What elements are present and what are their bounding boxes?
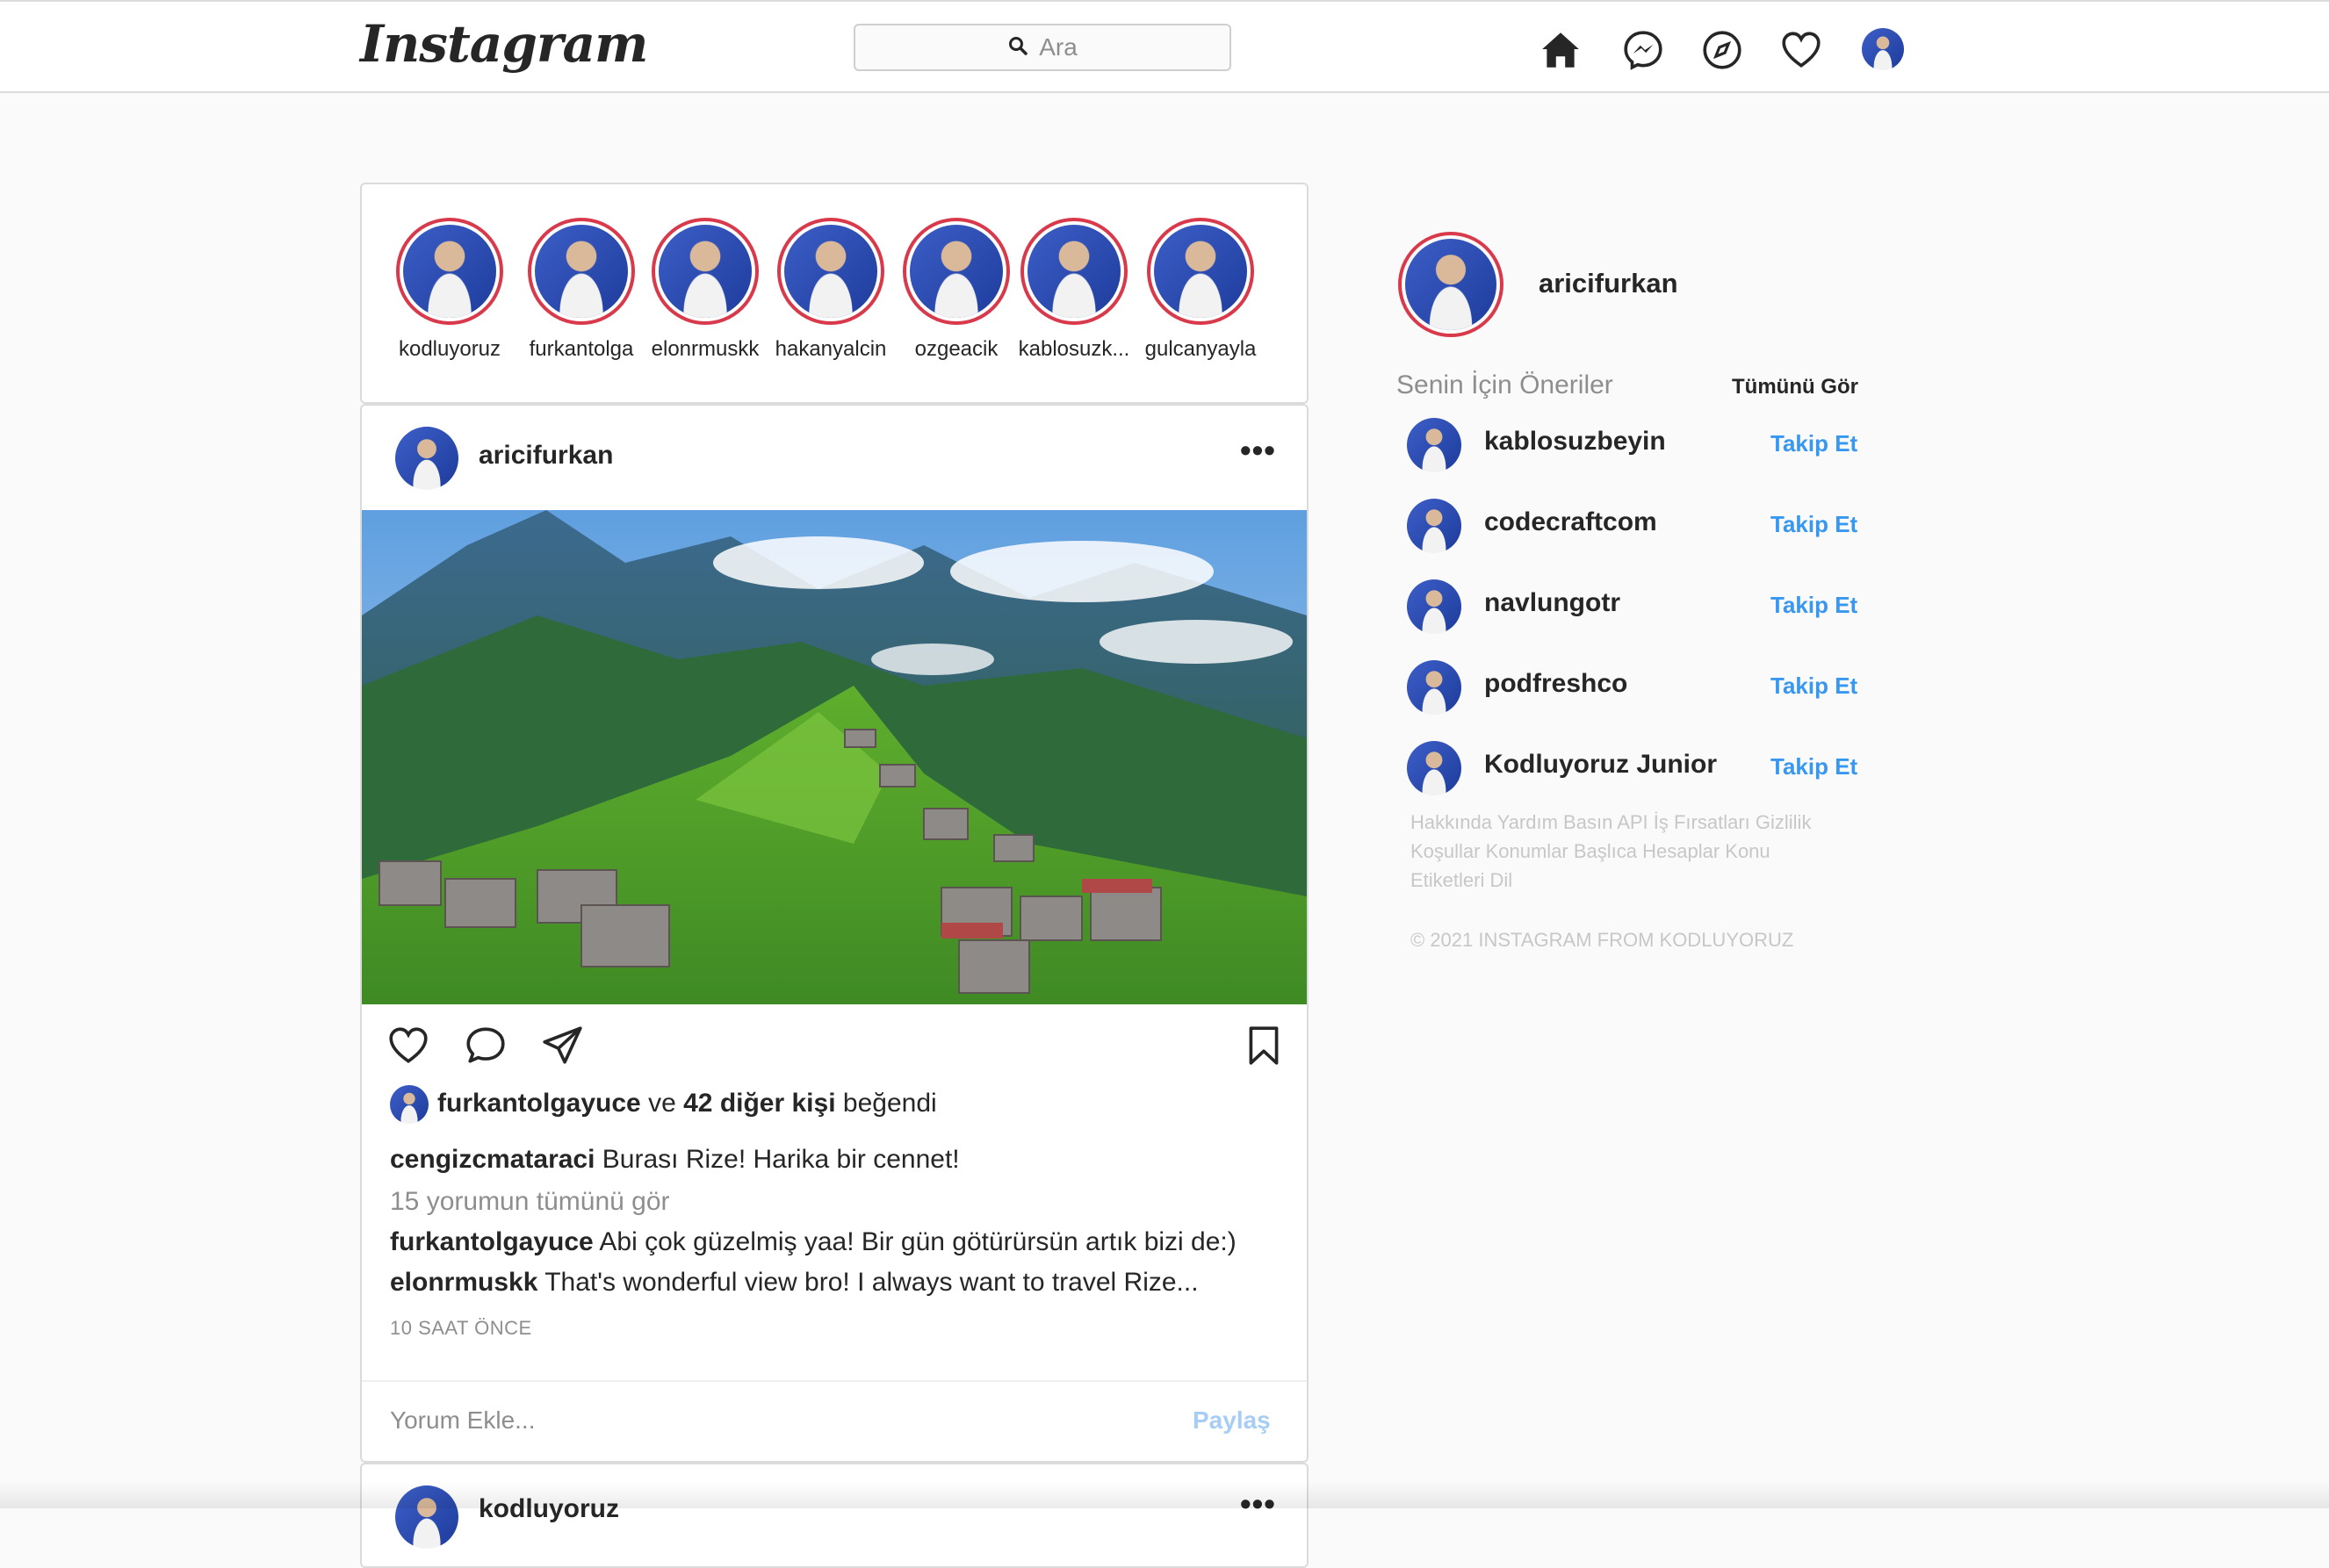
home-icon[interactable] [1539, 28, 1583, 72]
more-options-icon[interactable]: ••• [1240, 432, 1276, 469]
share-icon[interactable] [541, 1024, 585, 1068]
story-item[interactable]: ozgeacik [895, 218, 1018, 362]
post-caption: cengizcmataraci Burası Rize! Harika bir … [390, 1145, 960, 1175]
messenger-icon[interactable] [1621, 28, 1665, 72]
likes-summary: furkantolgayuce ve 42 diğer kişi beğendi [437, 1089, 937, 1118]
comment-item: elonrmuskk That's wonderful view bro! I … [390, 1268, 1199, 1298]
comment-icon[interactable] [464, 1024, 508, 1068]
post-image[interactable] [362, 510, 1307, 1004]
suggestion-row: kablosuzbeyin Takip Et [1407, 418, 1864, 472]
follow-button[interactable]: Takip Et [1770, 430, 1857, 457]
story-avatar[interactable] [903, 218, 1010, 325]
suggestion-row: codecraftcom Takip Et [1407, 499, 1864, 553]
comment-username[interactable]: furkantolgayuce [390, 1227, 594, 1256]
story-item[interactable]: kablosuzk... [1013, 218, 1136, 362]
suggestion-avatar[interactable] [1407, 660, 1461, 715]
comment-username[interactable]: elonrmuskk [390, 1268, 537, 1297]
sidebar-profile-avatar[interactable] [1398, 232, 1503, 337]
search-placeholder: Ara [1039, 33, 1078, 61]
comment-divider [362, 1380, 1307, 1382]
story-item[interactable]: elonrmuskk [644, 218, 767, 362]
story-avatar[interactable] [1020, 218, 1128, 325]
suggestions-title: Senin İçin Öneriler [1396, 370, 1613, 399]
instagram-logo[interactable]: Instagram [360, 14, 648, 74]
likes-others[interactable]: 42 diğer kişi [683, 1089, 835, 1118]
post-author-username[interactable]: aricifurkan [479, 441, 613, 471]
comment-item: furkantolgayuce Abi çok güzelmiş yaa! Bi… [390, 1227, 1237, 1257]
story-item[interactable]: furkantolga [520, 218, 643, 362]
suggestion-avatar[interactable] [1407, 741, 1461, 795]
story-username: elonrmuskk [651, 337, 760, 361]
profile-avatar[interactable] [1862, 28, 1904, 70]
explore-icon[interactable] [1700, 28, 1744, 72]
top-navigation: Instagram Ara [0, 0, 2329, 93]
liker-avatar[interactable] [390, 1085, 429, 1124]
story-avatar[interactable] [396, 218, 503, 325]
story-avatar[interactable] [528, 218, 635, 325]
likes-connector: ve [648, 1089, 676, 1118]
sidebar-username[interactable]: aricifurkan [1539, 268, 1678, 299]
story-username: ozgeacik [914, 337, 999, 361]
story-avatar[interactable] [652, 218, 759, 325]
story-username: kablosuzk... [1018, 337, 1130, 361]
story-username: hakanyalcin [775, 337, 887, 361]
comment-text: That's wonderful view bro! I always want… [544, 1268, 1199, 1297]
see-all-link[interactable]: Tümünü Gör [1732, 375, 1858, 399]
add-comment-input[interactable]: Yorum Ekle... [390, 1406, 535, 1435]
follow-button[interactable]: Takip Et [1770, 511, 1857, 538]
story-item[interactable]: gulcanyayla [1139, 218, 1262, 362]
caption-username[interactable]: cengizcmataraci [390, 1145, 595, 1174]
suggestion-username[interactable]: navlungotr [1484, 588, 1620, 618]
liker-username[interactable]: furkantolgayuce [437, 1089, 641, 1118]
story-item[interactable]: hakanyalcin [769, 218, 892, 362]
like-icon[interactable] [386, 1024, 430, 1068]
story-avatar[interactable] [777, 218, 884, 325]
bookmark-icon[interactable] [1242, 1024, 1286, 1068]
comment-text: Abi çok güzelmiş yaa! Bir gün götürürsün… [599, 1227, 1237, 1256]
follow-button[interactable]: Takip Et [1770, 673, 1857, 700]
story-avatar[interactable] [1147, 218, 1254, 325]
suggestion-username[interactable]: codecraftcom [1484, 507, 1657, 537]
post-comment-button[interactable]: Paylaş [1193, 1406, 1271, 1435]
likes-suffix: beğendi [842, 1089, 937, 1118]
suggestion-avatar[interactable] [1407, 499, 1461, 553]
follow-button[interactable]: Takip Et [1770, 753, 1857, 780]
suggestion-row: Kodluyoruz Junior Takip Et [1407, 741, 1864, 795]
post-author-avatar[interactable] [395, 427, 458, 490]
copyright-text: © 2021 INSTAGRAM FROM KODLUYORUZ [1410, 929, 1794, 951]
heart-icon[interactable] [1779, 28, 1823, 72]
suggestion-username[interactable]: kablosuzbeyin [1484, 427, 1666, 457]
follow-button[interactable]: Takip Et [1770, 592, 1857, 619]
suggestion-username[interactable]: podfreshco [1484, 669, 1627, 699]
suggestion-avatar[interactable] [1407, 579, 1461, 634]
suggestion-avatar[interactable] [1407, 418, 1461, 472]
view-all-comments-link[interactable]: 15 yorumun tümünü gör [390, 1187, 670, 1217]
search-input[interactable]: Ara [854, 24, 1231, 71]
story-username: furkantolga [529, 337, 634, 361]
story-item[interactable]: kodluyoruz [388, 218, 511, 362]
suggestion-username[interactable]: Kodluyoruz Junior [1484, 750, 1717, 780]
suggestion-row: podfreshco Takip Et [1407, 660, 1864, 715]
footer-links[interactable]: Hakkında Yardım Basın API İş Fırsatları … [1410, 808, 1850, 895]
suggestion-row: navlungotr Takip Et [1407, 579, 1864, 634]
window-bottom-shadow [0, 1482, 2329, 1508]
story-username: kodluyoruz [398, 337, 501, 361]
caption-text: Burası Rize! Harika bir cennet! [602, 1145, 960, 1174]
search-icon [1007, 35, 1028, 61]
story-username: gulcanyayla [1144, 337, 1257, 361]
post-timestamp: 10 SAAT ÖNCE [390, 1317, 532, 1339]
